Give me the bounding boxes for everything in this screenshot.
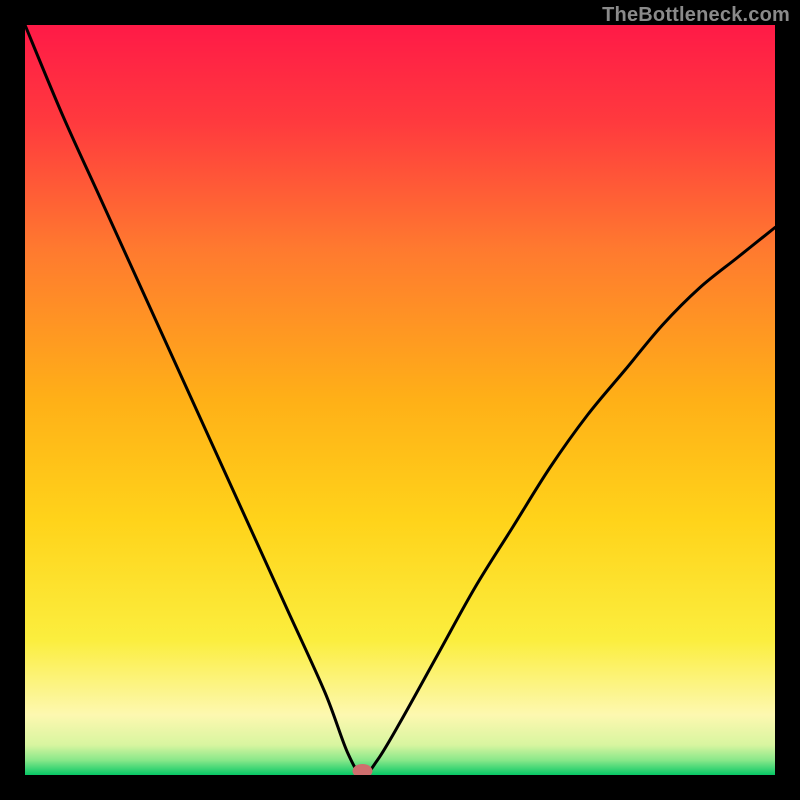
watermark-text: TheBottleneck.com [602, 4, 790, 27]
bottleneck-curve [25, 25, 775, 775]
curve-layer [25, 25, 775, 775]
chart-frame: TheBottleneck.com [0, 0, 800, 800]
plot-area [25, 25, 775, 775]
